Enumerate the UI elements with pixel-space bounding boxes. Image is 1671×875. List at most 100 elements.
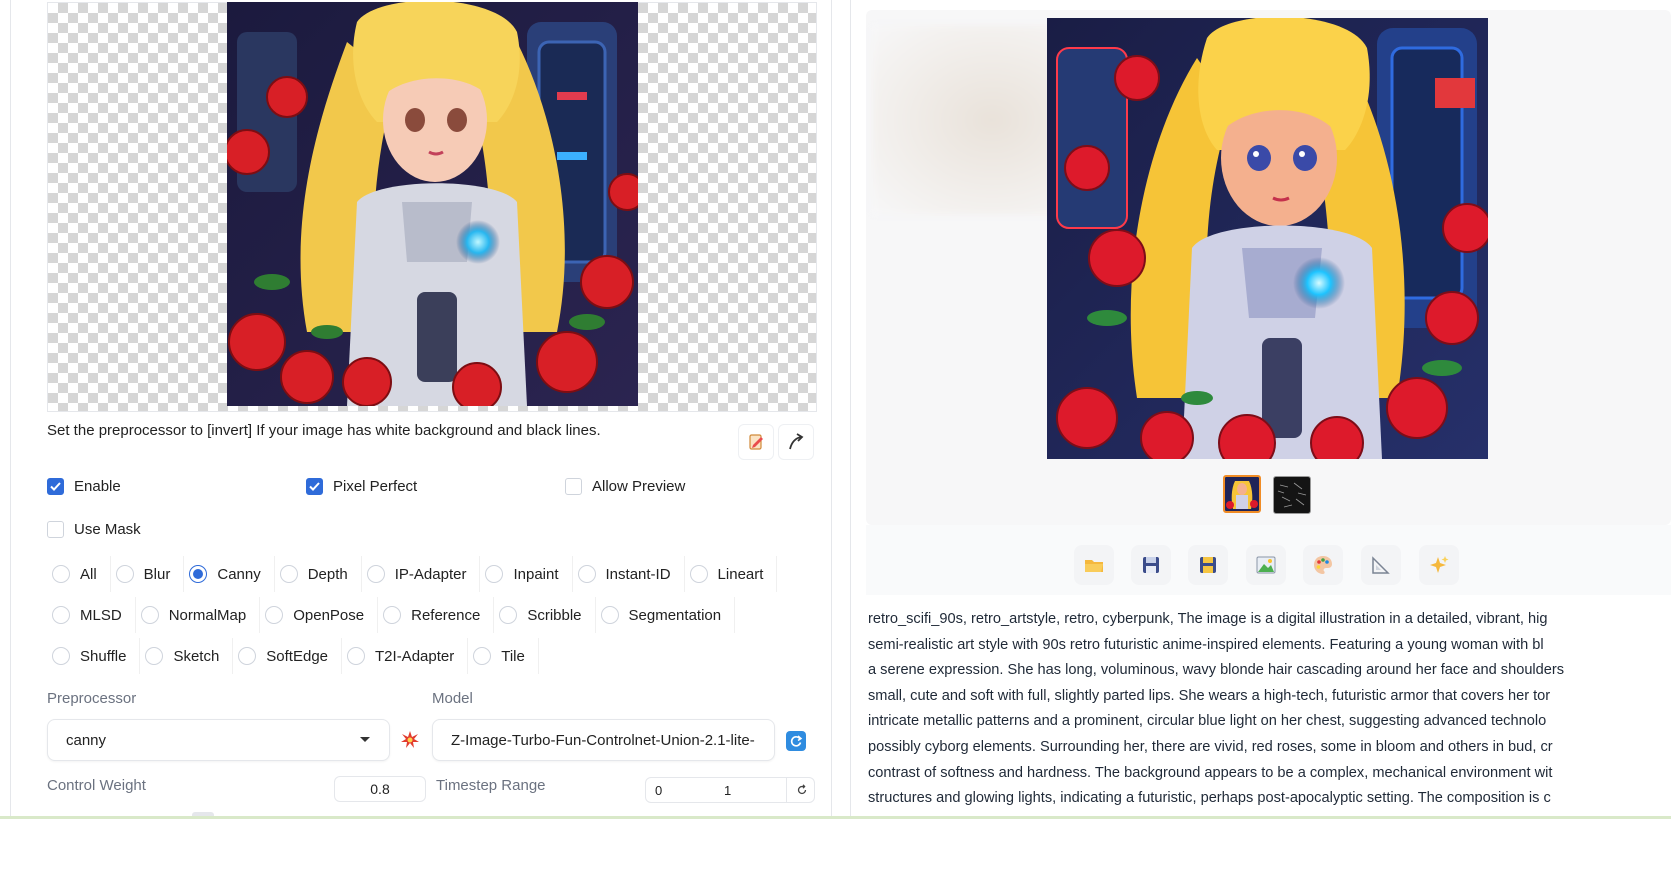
control-weight-value: 0.8 xyxy=(370,781,390,797)
control-type-label: Blur xyxy=(143,565,171,583)
checkbox-enable[interactable] xyxy=(47,478,64,495)
control-type-sketch[interactable]: Sketch xyxy=(140,638,234,674)
control-type-segmentation[interactable]: Segmentation xyxy=(596,597,736,633)
control-type-label: OpenPose xyxy=(293,606,365,624)
control-type-ip-adapter[interactable]: IP-Adapter xyxy=(362,556,481,592)
control-type-blur[interactable]: Blur xyxy=(111,556,185,592)
control-type-label: SoftEdge xyxy=(266,647,329,665)
timestep-range-input[interactable]: 0 1 xyxy=(645,777,815,803)
pixel-perfect-checkbox[interactable]: Pixel Perfect xyxy=(306,478,417,495)
radio-dot[interactable] xyxy=(279,565,298,583)
output-thumbnail-2[interactable] xyxy=(1273,476,1311,514)
refresh-models-button[interactable] xyxy=(786,731,806,751)
upscale-button[interactable] xyxy=(1419,545,1459,585)
control-type-normalmap[interactable]: NormalMap xyxy=(136,597,261,633)
radio-dot[interactable] xyxy=(347,647,366,665)
radio-dot[interactable] xyxy=(473,647,492,665)
send-to-extras-button[interactable] xyxy=(1361,545,1401,585)
palette-icon xyxy=(1314,556,1332,574)
caption-line: a serene expression. She has long, volum… xyxy=(868,662,1565,679)
control-type-row-1: All Blur Canny Depth IP-Adapter Inpaint Instan… xyxy=(47,556,778,592)
radio-dot[interactable] xyxy=(265,606,284,624)
allow-preview-label: Allow Preview xyxy=(592,478,686,495)
radio-dot[interactable] xyxy=(383,606,402,624)
control-type-instant-id[interactable]: Instant-ID xyxy=(573,556,685,592)
control-type-openpose[interactable]: OpenPose xyxy=(260,597,379,633)
refresh-icon xyxy=(790,735,803,747)
curved-arrow-icon xyxy=(789,433,804,450)
output-image[interactable] xyxy=(1047,18,1488,459)
control-type-softedge[interactable]: SoftEdge xyxy=(233,638,343,674)
radio-dot[interactable] xyxy=(140,606,159,624)
send-dimensions-button[interactable] xyxy=(778,424,814,460)
caption-line: small, cute and soft with full, slightly… xyxy=(868,687,1551,704)
save-icon xyxy=(1143,557,1159,573)
control-type-row-3: Shuffle Sketch SoftEdge T2I-Adapter Tile xyxy=(47,638,539,674)
control-type-label: Tile xyxy=(501,647,525,665)
radio-dot[interactable] xyxy=(189,565,208,583)
edit-image-button[interactable] xyxy=(738,424,774,460)
image-icon xyxy=(1256,556,1276,574)
model-label: Model xyxy=(432,690,473,707)
control-weight-input[interactable]: 0.8 xyxy=(334,776,426,802)
send-to-img2img-button[interactable] xyxy=(1246,545,1286,585)
checkbox-use-mask[interactable] xyxy=(47,521,64,538)
control-type-inpaint[interactable]: Inpaint xyxy=(480,556,573,592)
zip-save-button[interactable] xyxy=(1188,545,1228,585)
radio-dot[interactable] xyxy=(145,647,164,665)
control-type-lineart[interactable]: Lineart xyxy=(685,556,778,592)
radio-dot[interactable] xyxy=(577,565,596,583)
control-type-t2i-adapter[interactable]: T2I-Adapter xyxy=(342,638,469,674)
radio-dot[interactable] xyxy=(600,606,619,624)
radio-dot[interactable] xyxy=(52,647,70,665)
edit-icon xyxy=(749,434,763,450)
control-type-label: Reference xyxy=(411,606,481,624)
folder-icon xyxy=(1085,560,1103,572)
radio-dot[interactable] xyxy=(485,565,504,583)
model-select[interactable]: Z-Image-Turbo-Fun-Controlnet-Union-2.1-l… xyxy=(432,719,775,761)
control-type-canny[interactable]: Canny xyxy=(184,556,275,592)
radio-dot[interactable] xyxy=(52,565,70,583)
model-value: Z-Image-Turbo-Fun-Controlnet-Union-2.1-l… xyxy=(451,731,755,749)
run-preprocessor-button[interactable] xyxy=(398,728,422,752)
checkbox-allow-preview[interactable] xyxy=(565,478,582,495)
radio-dot[interactable] xyxy=(689,565,708,583)
control-type-mlsd[interactable]: MLSD xyxy=(47,597,136,633)
zip-save-icon xyxy=(1200,557,1216,573)
reset-timestep-button[interactable] xyxy=(786,778,817,802)
checkbox-pixel-perfect[interactable] xyxy=(306,478,323,495)
control-type-label: All xyxy=(80,565,97,583)
control-type-label: Inpaint xyxy=(513,565,559,583)
control-type-label: Sketch xyxy=(173,647,220,665)
control-type-label: IP-Adapter xyxy=(394,565,467,583)
save-button[interactable] xyxy=(1131,545,1171,585)
control-type-row-2: MLSD NormalMap OpenPose Reference Scribble Se… xyxy=(47,597,736,633)
caption-line: structures and glowing lights, indicatin… xyxy=(868,790,1551,807)
explosion-icon xyxy=(401,731,419,748)
control-type-label: Depth xyxy=(307,565,348,583)
control-type-shuffle[interactable]: Shuffle xyxy=(47,638,141,674)
control-type-all[interactable]: All xyxy=(47,556,111,592)
generation-info-text: retro_scifi_90s, retro_artstyle, retro, … xyxy=(868,607,1671,812)
open-folder-button[interactable] xyxy=(1074,545,1114,585)
bottom-border xyxy=(0,816,1671,819)
radio-dot[interactable] xyxy=(238,647,257,665)
radio-dot[interactable] xyxy=(499,606,518,624)
output-thumbnail-1[interactable] xyxy=(1223,475,1261,513)
radio-dot[interactable] xyxy=(115,565,134,583)
control-type-tile[interactable]: Tile xyxy=(468,638,539,674)
radio-dot[interactable] xyxy=(52,606,70,624)
control-type-label: MLSD xyxy=(80,606,122,624)
enable-checkbox[interactable]: Enable xyxy=(47,478,121,495)
preprocessor-hint: Set the preprocessor to [invert] If your… xyxy=(47,422,601,439)
radio-dot[interactable] xyxy=(366,565,385,583)
preprocessor-select[interactable]: canny xyxy=(47,719,390,761)
allow-preview-checkbox[interactable]: Allow Preview xyxy=(565,478,685,495)
control-type-scribble[interactable]: Scribble xyxy=(494,597,596,633)
send-to-inpaint-button[interactable] xyxy=(1303,545,1343,585)
control-type-depth[interactable]: Depth xyxy=(275,556,362,592)
use-mask-checkbox[interactable]: Use Mask xyxy=(47,521,141,538)
caption-line: contrast of softness and hardness. The b… xyxy=(868,764,1553,781)
preprocessor-value: canny xyxy=(66,731,107,749)
control-type-reference[interactable]: Reference xyxy=(378,597,495,633)
